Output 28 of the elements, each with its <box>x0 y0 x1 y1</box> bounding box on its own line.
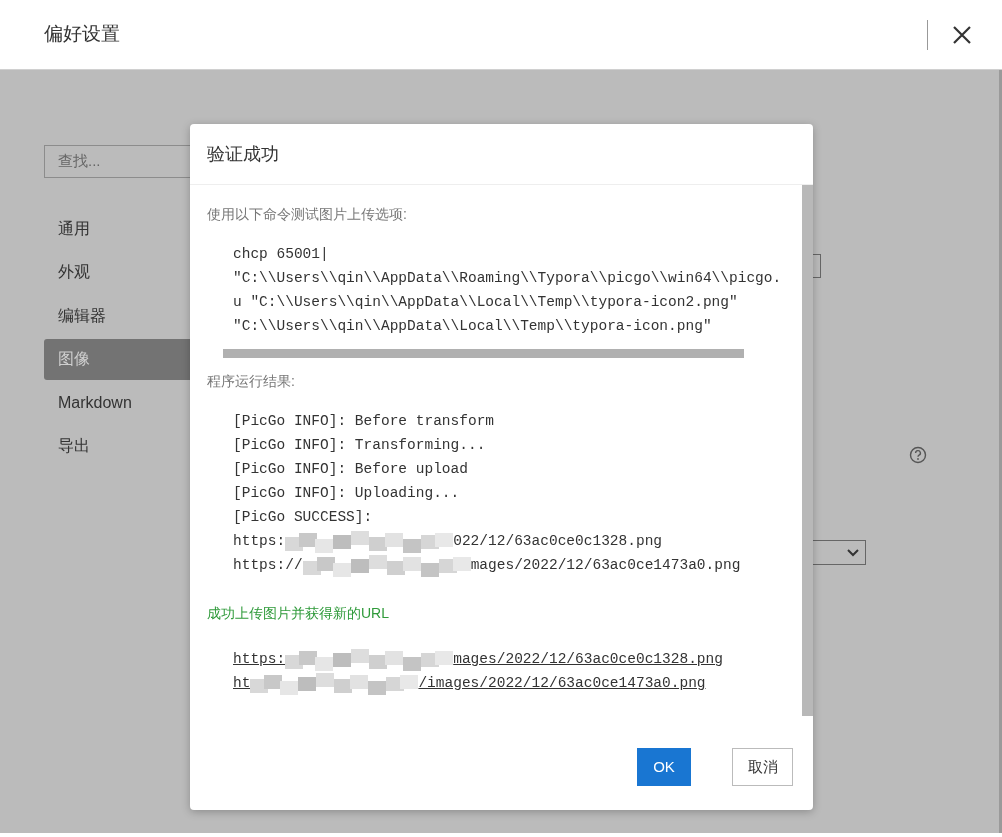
url-link[interactable]: ht <box>233 673 251 695</box>
url-link[interactable]: /images/2022/12/63ac0ce1473a0.png <box>418 673 706 695</box>
dialog-button[interactable]: OK <box>637 748 691 786</box>
url-link[interactable]: https: <box>233 649 286 671</box>
url-text: https:// <box>233 556 303 576</box>
dialog-button[interactable]: 取消 <box>732 748 793 786</box>
code-line: "C:\\Users\\qin\\AppData\\Roaming\\Typora\\picgo\\win64\\picgo. <box>233 269 782 289</box>
code-line: u "C:\\Users\\qin\\AppData\\Local\\Temp\\typora-icon2.png" <box>233 293 738 313</box>
help-icon <box>909 446 927 464</box>
log-line: [PicGo SUCCESS]: <box>233 508 373 528</box>
log-line: [PicGo INFO]: Transforming... <box>233 436 486 456</box>
label-text: 使用以下命令测试图片上传选项: <box>207 205 407 223</box>
url-text: mages/2022/12/63ac0ce1473a0.png <box>470 556 741 576</box>
url-text: https: <box>233 532 286 552</box>
horizontal-scrollbar[interactable] <box>223 349 744 358</box>
label-text: 程序运行结果: <box>207 372 295 390</box>
window-title: 偏好设置 <box>44 22 120 47</box>
scrollbar[interactable] <box>802 185 813 716</box>
url-text: 022/12/63ac0ce0c1328.png <box>453 532 663 552</box>
url-link[interactable]: mages/2022/12/63ac0ce0c1328.png <box>453 649 723 671</box>
code-line: "C:\\Users\\qin\\AppData\\Local\\Temp\\typora-icon.png" <box>233 317 712 337</box>
chevron-down-icon <box>847 548 859 557</box>
dialog-title: 验证成功 <box>207 142 279 166</box>
log-line: [PicGo INFO]: Uploading... <box>233 484 460 504</box>
log-line: [PicGo INFO]: Before transform <box>233 412 495 432</box>
log-line: [PicGo INFO]: Before upload <box>233 460 468 480</box>
success-message: 成功上传图片并获得新的URL <box>207 604 389 622</box>
code-line: chcp 65001| <box>233 245 329 265</box>
